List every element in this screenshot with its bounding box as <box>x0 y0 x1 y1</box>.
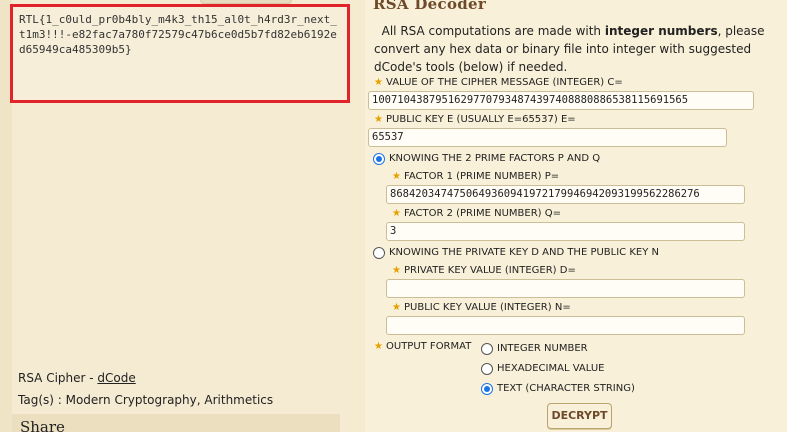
dcode-link[interactable]: dCode <box>97 371 135 385</box>
factor2-input[interactable]: 3 <box>386 222 745 241</box>
public-n-input[interactable] <box>386 316 745 335</box>
star-icon: ★ <box>392 302 401 313</box>
decrypt-button[interactable]: DECRYPT <box>547 403 612 429</box>
star-icon: ★ <box>392 171 401 182</box>
factor2-label-text: FACTOR 2 (PRIME NUMBER) Q= <box>404 208 561 219</box>
format-text-label[interactable]: TEXT (CHARACTER STRING) <box>497 383 635 394</box>
share-section: Share <box>12 414 340 432</box>
cipher-label-text: VALUE OF THE CIPHER MESSAGE (INTEGER) C= <box>386 77 623 88</box>
pubkey-input[interactable]: 65537 <box>368 128 727 147</box>
star-icon: ★ <box>374 114 383 125</box>
star-icon: ★ <box>392 265 401 276</box>
output-format-label: ★ OUTPUT FORMAT <box>374 341 471 352</box>
format-hex-label[interactable]: HEXADECIMAL VALUE <box>497 363 604 374</box>
public-n-label-text: PUBLIC KEY VALUE (INTEGER) N= <box>404 302 571 313</box>
tags-label: Tag(s) : <box>18 393 66 407</box>
option-primes-label[interactable]: KNOWING THE 2 PRIME FACTORS P AND Q <box>389 153 600 164</box>
cipher-input[interactable]: 1007104387951629770793487439740888088653… <box>368 91 754 110</box>
page-title: RSA Decoder <box>373 0 487 13</box>
result-box: RTL{1_c0uld_pr0b4bly_m4k3_th15_al0t_h4rd… <box>10 4 350 103</box>
intro-pre: All RSA computations are made with <box>381 24 605 38</box>
tags-line: Tag(s) : Modern Cryptography, Arithmetic… <box>18 393 273 407</box>
radio-private-key[interactable] <box>373 247 385 259</box>
pubkey-label: ★ PUBLIC KEY E (USUALLY E=65537) E= <box>374 114 576 125</box>
format-integer-label[interactable]: INTEGER NUMBER <box>497 343 588 354</box>
radio-format-integer[interactable] <box>481 343 493 355</box>
credit-separator: - <box>85 371 98 385</box>
radio-format-text[interactable] <box>481 383 493 395</box>
star-icon: ★ <box>392 208 401 219</box>
tags-value: Modern Cryptography, Arithmetics <box>65 393 274 407</box>
output-format-label-text: OUTPUT FORMAT <box>386 341 472 352</box>
share-title: Share <box>20 418 65 432</box>
intro-bold: integer numbers <box>604 24 718 38</box>
factor1-label: ★ FACTOR 1 (PRIME NUMBER) P= <box>392 171 559 182</box>
intro-text: All RSA computations are made with integ… <box>374 22 786 76</box>
factor2-label: ★ FACTOR 2 (PRIME NUMBER) Q= <box>392 208 561 219</box>
pubkey-label-text: PUBLIC KEY E (USUALLY E=65537) E= <box>386 114 576 125</box>
factor1-label-text: FACTOR 1 (PRIME NUMBER) P= <box>404 171 560 182</box>
factor1-input[interactable]: 8684203474750649360941972179946942093199… <box>386 185 745 204</box>
tool-name: RSA Cipher <box>18 371 86 385</box>
result-text[interactable]: RTL{1_c0uld_pr0b4bly_m4k3_th15_al0t_h4rd… <box>19 12 341 57</box>
star-icon: ★ <box>374 77 383 88</box>
private-key-label: ★ PRIVATE KEY VALUE (INTEGER) D= <box>392 265 576 276</box>
cipher-label: ★ VALUE OF THE CIPHER MESSAGE (INTEGER) C… <box>374 77 623 88</box>
private-key-label-text: PRIVATE KEY VALUE (INTEGER) D= <box>404 265 576 276</box>
private-key-input[interactable] <box>386 279 745 298</box>
radio-format-hex[interactable] <box>481 363 493 375</box>
star-icon: ★ <box>374 341 383 352</box>
radio-primes[interactable] <box>373 153 385 165</box>
tool-credit: RSA Cipher - dCode <box>18 371 136 385</box>
option-private-label[interactable]: KNOWING THE PRIVATE KEY D AND THE PUBLIC… <box>389 247 659 258</box>
public-n-label: ★ PUBLIC KEY VALUE (INTEGER) N= <box>392 302 571 313</box>
